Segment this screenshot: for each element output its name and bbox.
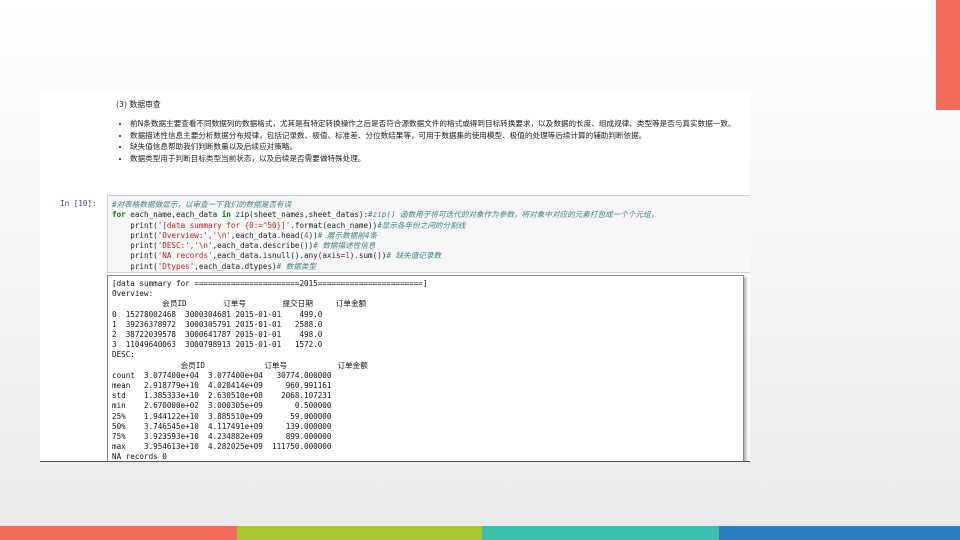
output-line: 0 15278002468 3000304681 2015-01-01 499.…: [112, 309, 323, 319]
code-text: print(: [112, 220, 158, 230]
output-line: 50% 3.746545e+10 4.117491e+09 139.000000: [112, 421, 332, 431]
code-text: ,each_data.isnull().any(axis: [212, 251, 341, 261]
code-comment: #zip() 函数用于将可迭代的对象作为参数，将对象中对应的元素打包成一个个元组…: [368, 210, 659, 220]
bottom-color-stripes: [0, 526, 960, 540]
code-text: print(: [112, 241, 158, 251]
code-comment: # 数据描述性信息: [313, 241, 376, 251]
stripe-2: [237, 526, 482, 540]
output-line: 75% 3.923593e+10 4.234882e+09 899.000000: [112, 432, 332, 442]
bullet-item: 前N条数据主要查看不同数据列的数据格式，尤其是有特定转换操作之后是否符合源数据文…: [130, 118, 748, 130]
output-area[interactable]: [data summary for ======================…: [107, 275, 744, 462]
code-comment: #对表格数据做显示，以审查一下我们的数据是否有误: [112, 200, 292, 209]
output-line: 会员ID 订单号 提交日期 订单金额: [112, 299, 367, 309]
bullet-item: 缺失值信息帮助我们判断数量以及后续应对策略。: [130, 141, 748, 153]
code-string: '[data summary for {0:=^50}]': [157, 220, 291, 230]
code-text: print(: [112, 251, 158, 261]
output-line: 2 38722039578 3000641787 2015-01-01 498.…: [112, 330, 323, 340]
output-line: 1 39236378972 3000305791 2015-01-01 2588…: [112, 319, 323, 329]
section-title: (3) 数据审查: [116, 100, 161, 109]
output-line: mean 2.918779e+10 4.020414e+09 960.99116…: [112, 381, 332, 391]
output-line: min 2.670000e+02 3.000305e+09 0.500000: [112, 401, 332, 411]
code-string: 'NA records': [157, 251, 213, 261]
bullet-list: 前N条数据主要查看不同数据列的数据格式，尤其是有特定转换操作之后是否符合源数据文…: [116, 118, 748, 164]
code-keyword: for: [112, 210, 126, 220]
output-line: NA records 0: [112, 452, 167, 462]
output-line: 25% 1.944122e+10 3.885510e+09 59.000000: [112, 411, 332, 421]
output-line: DESC:: [112, 350, 135, 360]
bullet-item: 数据描述性信息主要分析数据分布规律，包括记录数、极值、标准差、分位数结果等，可用…: [130, 130, 748, 142]
code-cell[interactable]: #对表格数据做显示，以审查一下我们的数据是否有误 for each_name,e…: [107, 195, 750, 273]
output-line: count 3.077400e+04 3.077400e+04 30774.00…: [112, 370, 332, 380]
output-line: [data summary for ======================…: [112, 279, 428, 288]
markdown-cell: (3) 数据审查 前N条数据主要查看不同数据列的数据格式，尤其是有特定转换操作之…: [116, 99, 748, 164]
output-text: [data summary for ======================…: [108, 276, 743, 462]
code-keyword: in: [221, 210, 231, 220]
code-text: print(: [112, 230, 158, 240]
code-comment: # 展示数据前4条: [317, 230, 378, 240]
code-text: )): [308, 230, 318, 240]
code-block[interactable]: #对表格数据做显示，以审查一下我们的数据是否有误 for each_name,e…: [108, 196, 750, 272]
top-right-accent-bar: [936, 0, 960, 110]
code-text: ).sum()): [349, 251, 387, 261]
output-line: max 3.954613e+10 4.282025e+09 111750.000…: [112, 442, 332, 452]
stripe-3: [482, 526, 719, 540]
bullet-item: 数据类型用于判断目标类型当前状态，以及后续是否需要做特殊处理。: [130, 153, 748, 165]
output-line: Overview:: [112, 289, 154, 299]
code-text: zip(sheet_names,sheet_datas):: [230, 210, 369, 220]
code-text: ,each_data.head(: [230, 230, 305, 240]
code-text: each_name,each_data: [125, 210, 222, 220]
stripe-1: [0, 526, 237, 540]
code-string: 'Overview:','\n': [157, 230, 231, 240]
cell-prompt: In [10]:: [60, 199, 97, 208]
code-comment: # 缺失值记录数: [386, 251, 442, 261]
code-string: 'Dtypes': [157, 261, 195, 271]
notebook-screenshot: (3) 数据审查 前N条数据主要查看不同数据列的数据格式，尤其是有特定转换操作之…: [40, 93, 750, 462]
code-string: 'DESC:','\n': [157, 241, 213, 251]
code-comment: #显示各年份之间的分割线: [377, 220, 466, 230]
code-text: ,each_data.dtypes): [194, 261, 277, 271]
output-line: 会员ID 订单号 订单金额: [112, 360, 368, 370]
output-line: 3 11049640063 3000798913 2015-01-01 1572…: [112, 340, 323, 350]
output-line: std 1.385333e+10 2.630510e+08 2068.10723…: [112, 391, 332, 401]
code-comment: # 数据类型: [276, 261, 317, 271]
stripe-4: [719, 526, 960, 540]
code-text: ,each_data.describe()): [212, 241, 314, 251]
code-text: .format(each_name)): [290, 220, 378, 230]
code-text: print(: [112, 261, 158, 271]
